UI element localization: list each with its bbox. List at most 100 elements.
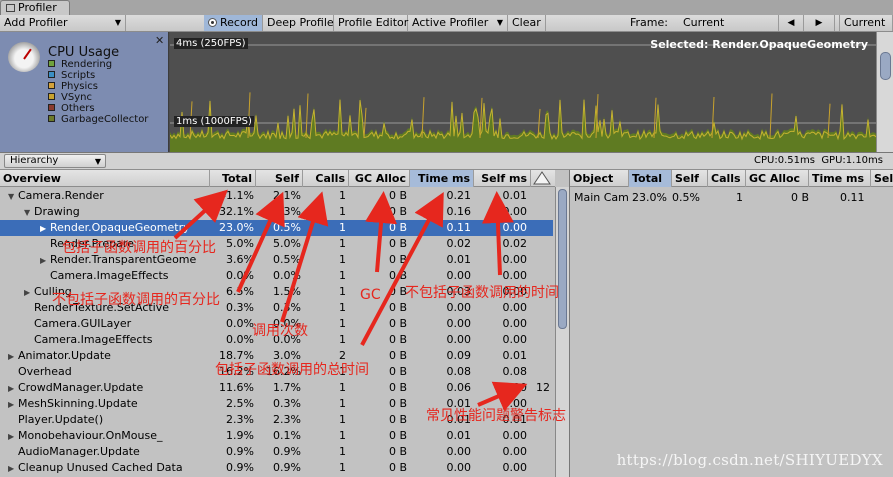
deep-profile-toggle[interactable]: Deep Profile [263,15,334,31]
row-self-cell: 0.1% [273,429,301,442]
row-name: Render.OpaqueGeometry [50,221,190,234]
table-row[interactable]: AudioManager.Update 0.9% 0.9% 1 0 B 0.00 0.00 [0,444,553,460]
row-name: Cleanup Unused Cached Data [18,461,183,474]
legend-item-rendering[interactable]: Rendering [48,59,148,70]
view-mode-dropdown[interactable]: Hierarchy ▼ [4,154,106,168]
cpu-usage-panel[interactable]: CPU Usage ✕ Rendering Scripts Physics VSync… [0,32,169,152]
row-gc-cell: 0 B [388,461,407,474]
object-self: 0.5% [672,191,700,204]
graph-line-1ms-label: 1ms (1000FPS) [174,116,254,127]
object-row[interactable]: Main Cam 23.0% 0.5% 1 0 B 0.11 [570,190,893,206]
column-self[interactable]: Self [256,170,303,187]
active-profiler-dropdown[interactable]: Active Profiler ▼ [408,15,508,31]
expand-arrow-icon[interactable]: ▶ [24,285,34,301]
legend-swatch-icon[interactable] [48,82,55,89]
row-time-cell: 0.00 [446,445,472,458]
column-object-time-ms[interactable]: Time ms [809,170,871,187]
profiler-window-tab[interactable]: Profiler [0,0,70,15]
warning-column-icon[interactable] [533,171,551,185]
expand-arrow-icon[interactable]: ▶ [40,253,50,269]
table-row[interactable]: ▼ Drawing 32.1% 0.3% 1 0 B 0.16 0.00 [0,204,553,220]
legend-item-others[interactable]: Others [48,103,148,114]
legend-swatch-icon[interactable] [48,115,55,122]
row-gc-cell: 0 B [388,253,407,266]
legend-item-garbagecollector[interactable]: GarbageCollector [48,114,148,125]
cpu-legend: Rendering Scripts Physics VSync Others Garbag… [48,59,148,125]
profile-editor-toggle[interactable]: Profile Editor [334,15,408,31]
hierarchy-scrollbar-thumb[interactable] [558,189,567,329]
table-row[interactable]: ▼ Camera.Render 41.1% 2.1% 1 0 B 0.21 0.01 [0,188,553,204]
column-overview[interactable]: Overview [0,170,210,187]
annotation-self: 不包括子函数调用的百分比 [52,292,220,308]
column-object-self-ms[interactable]: Sel [871,170,893,187]
expand-arrow-icon[interactable]: ▶ [40,221,50,237]
expand-arrow-icon[interactable]: ▼ [8,189,18,205]
graph-scrollbar-thumb[interactable] [880,52,891,80]
row-time-cell: 0.01 [446,429,472,442]
object-time: 0.11 [840,191,865,204]
column-time-ms[interactable]: Time ms [410,170,474,187]
record-label: Record [220,16,259,29]
row-total-cell: 0.9% [226,461,254,474]
legend-swatch-icon[interactable] [48,104,55,111]
hierarchy-scrollbar[interactable] [555,187,569,477]
row-name: AudioManager.Update [18,445,140,458]
row-total-cell: 3.6% [226,253,254,266]
column-object-calls[interactable]: Calls [708,170,746,187]
row-selfms-cell: 0.00 [502,333,528,346]
row-name-cell: Camera.ImageEffects [40,268,169,284]
column-object-gc-alloc[interactable]: GC Alloc [746,170,809,187]
next-frame-button[interactable]: ▶ [804,15,835,31]
clear-button[interactable]: Clear [508,15,546,31]
chevron-down-icon: ▼ [496,18,503,27]
watermark-url: https://blog.csdn.net/SHIYUEDYX [616,451,883,469]
expand-arrow-icon[interactable]: ▶ [8,381,18,397]
column-object-self[interactable]: Self [672,170,708,187]
row-calls-cell: 1 [339,333,346,346]
graph-spike [305,93,309,139]
object-total: 23.0% [632,191,667,204]
legend-item-scripts[interactable]: Scripts [48,70,148,81]
prev-frame-button[interactable]: ◀ [778,15,804,31]
expand-arrow-icon[interactable]: ▶ [8,429,18,445]
legend-label: GarbageCollector [61,114,149,125]
table-row[interactable]: ▶ Render.OpaqueGeometry 23.0% 0.5% 1 0 B 0.11 0… [0,220,553,236]
record-toggle[interactable]: Record [204,15,263,31]
hierarchy-header: Overview Total Self Calls GC Alloc Time … [0,170,555,187]
legend-swatch-icon[interactable] [48,93,55,100]
column-calls[interactable]: Calls [303,170,349,187]
expand-arrow-icon[interactable]: ▶ [8,397,18,413]
row-selfms-cell: 0.00 [502,301,528,314]
legend-label: Rendering [61,59,113,70]
legend-item-vsync[interactable]: VSync [48,92,148,103]
expand-arrow-icon[interactable]: ▼ [24,205,34,221]
add-profiler-label: Add Profiler [4,16,68,29]
column-object-total[interactable]: Total [629,170,672,187]
expand-arrow-icon[interactable]: ▶ [8,461,18,477]
row-total-cell: 11.6% [219,381,254,394]
row-time-cell: 0.00 [446,333,472,346]
current-frame-button[interactable]: Current [839,15,893,31]
legend-swatch-icon[interactable] [48,71,55,78]
legend-swatch-icon[interactable] [48,60,55,67]
graph-spike [769,93,773,139]
column-gc-alloc[interactable]: GC Alloc [349,170,410,187]
row-name-cell: ▶ Render.OpaqueGeometry [40,220,190,237]
table-row[interactable]: ▶ Cleanup Unused Cached Data 0.9% 0.9% 1 0 B 0… [0,460,553,476]
legend-item-physics[interactable]: Physics [48,81,148,92]
expand-arrow-icon[interactable]: ▶ [8,349,18,365]
cpu-frame-graph[interactable]: 4ms (250FPS) 1ms (1000FPS) Selected: Ren… [170,32,876,152]
close-icon[interactable]: ✕ [155,34,164,47]
row-name-cell: Player.Update() [8,412,103,428]
row-name: Drawing [34,205,80,218]
column-self-ms[interactable]: Self ms [474,170,531,187]
active-profiler-label: Active Profiler [412,16,489,29]
table-row[interactable]: ▶ CrowdManager.Update 11.6% 1.7% 1 0 B 0.06 0.0… [0,380,553,396]
column-object[interactable]: Object [570,170,629,187]
column-total[interactable]: Total [210,170,256,187]
frame-times: CPU:0.51ms GPU:1.10ms [754,155,883,166]
table-row[interactable]: ▶ Monobehaviour.OnMouse_ 1.9% 0.1% 1 0 B 0.01 0… [0,428,553,444]
row-total-cell: 1.9% [226,429,254,442]
graph-scrollbar[interactable] [876,32,893,152]
add-profiler-dropdown[interactable]: Add Profiler ▼ [0,15,126,31]
